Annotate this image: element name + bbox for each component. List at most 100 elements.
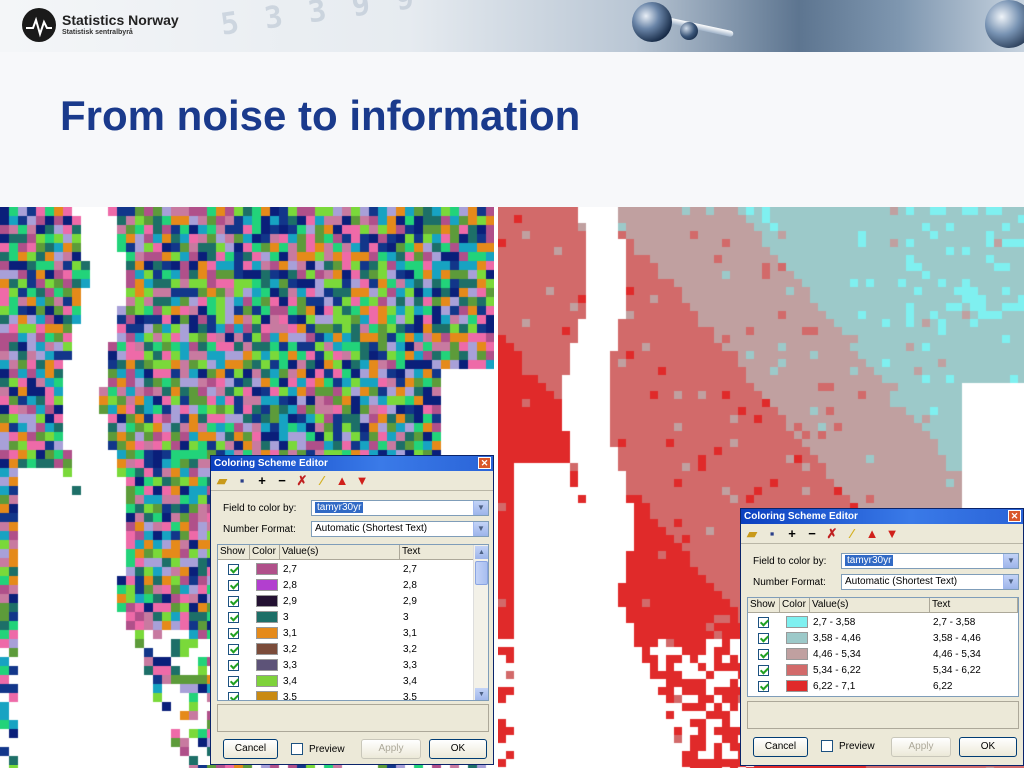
column-header[interactable]: Show: [218, 545, 250, 559]
color-swatch[interactable]: [256, 691, 278, 700]
value-cell[interactable]: 3: [280, 612, 400, 623]
text-cell[interactable]: 3,58 - 4,46: [930, 633, 1018, 644]
show-checkbox[interactable]: [228, 563, 239, 575]
column-header[interactable]: Value(s): [280, 545, 400, 559]
text-cell[interactable]: 2,8: [400, 580, 474, 591]
table-row[interactable]: 3,4 3,4: [218, 673, 474, 689]
value-cell[interactable]: 2,8: [280, 580, 400, 591]
value-cell[interactable]: 3,2: [280, 644, 400, 655]
show-checkbox[interactable]: [228, 595, 239, 607]
cancel-button[interactable]: Cancel: [223, 739, 278, 759]
column-header[interactable]: Show: [748, 598, 780, 612]
text-cell[interactable]: 3,3: [400, 660, 474, 671]
column-header[interactable]: Text: [930, 598, 1018, 612]
ok-button[interactable]: OK: [429, 739, 487, 759]
show-checkbox[interactable]: [228, 627, 239, 639]
open-folder-icon[interactable]: ▰: [744, 526, 760, 542]
column-header[interactable]: Value(s): [810, 598, 930, 612]
text-cell[interactable]: 2,7: [400, 564, 474, 575]
table-row[interactable]: 5,34 - 6,22 5,34 - 6,22: [748, 662, 1018, 678]
ok-button[interactable]: OK: [959, 737, 1017, 757]
value-cell[interactable]: 2,9: [280, 596, 400, 607]
color-swatch[interactable]: [786, 616, 808, 628]
column-header[interactable]: Text: [400, 545, 474, 559]
text-cell[interactable]: 3: [400, 612, 474, 623]
color-swatch[interactable]: [256, 579, 278, 591]
add-icon[interactable]: +: [784, 526, 800, 542]
table-row[interactable]: 2,7 - 3,58 2,7 - 3,58: [748, 614, 1018, 630]
text-cell[interactable]: 5,34 - 6,22: [930, 665, 1018, 676]
value-cell[interactable]: 3,1: [280, 628, 400, 639]
text-cell[interactable]: 2,9: [400, 596, 474, 607]
color-swatch[interactable]: [256, 675, 278, 687]
format-select[interactable]: Automatic (Shortest Text) ▼: [311, 521, 489, 537]
move-up-icon[interactable]: ▲: [334, 473, 350, 489]
color-swatch[interactable]: [256, 659, 278, 671]
close-icon[interactable]: ✕: [1008, 510, 1021, 522]
delete-icon[interactable]: ✗: [824, 526, 840, 542]
show-checkbox[interactable]: [228, 675, 239, 687]
show-checkbox[interactable]: [228, 579, 239, 591]
delete-icon[interactable]: ✗: [294, 473, 310, 489]
show-checkbox[interactable]: [228, 659, 239, 671]
table-row[interactable]: 33: [218, 609, 474, 625]
color-swatch[interactable]: [256, 595, 278, 607]
show-checkbox[interactable]: [758, 632, 769, 644]
show-checkbox[interactable]: [758, 664, 769, 676]
paint-icon[interactable]: ∕: [844, 526, 860, 542]
text-cell[interactable]: 2,7 - 3,58: [930, 617, 1018, 628]
field-select[interactable]: tamyr30yr ▼: [311, 500, 489, 516]
color-swatch[interactable]: [786, 632, 808, 644]
scroll-up-icon[interactable]: ▲: [475, 546, 488, 559]
color-swatch[interactable]: [256, 611, 278, 623]
preview-checkbox[interactable]: Preview: [821, 740, 875, 752]
format-select[interactable]: Automatic (Shortest Text) ▼: [841, 574, 1019, 590]
table-row[interactable]: 3,58 - 4,46 3,58 - 4,46: [748, 630, 1018, 646]
remove-icon[interactable]: −: [804, 526, 820, 542]
text-cell[interactable]: 3,5: [400, 692, 474, 701]
move-up-icon[interactable]: ▲: [864, 526, 880, 542]
close-icon[interactable]: ✕: [478, 457, 491, 469]
move-down-icon[interactable]: ▼: [354, 473, 370, 489]
color-swatch[interactable]: [786, 648, 808, 660]
color-swatch[interactable]: [256, 627, 278, 639]
vertical-scrollbar[interactable]: ▲ ▼: [473, 545, 488, 700]
chevron-down-icon[interactable]: ▼: [1003, 575, 1018, 589]
value-cell[interactable]: 3,58 - 4,46: [810, 633, 930, 644]
column-header[interactable]: Color: [780, 598, 810, 612]
open-folder-icon[interactable]: ▰: [214, 473, 230, 489]
scroll-thumb[interactable]: [475, 561, 488, 585]
paint-icon[interactable]: ∕: [314, 473, 330, 489]
chevron-down-icon[interactable]: ▼: [473, 522, 488, 536]
field-select[interactable]: tamyr30yr ▼: [841, 553, 1019, 569]
value-cell[interactable]: 3,3: [280, 660, 400, 671]
preview-checkbox-box[interactable]: [821, 740, 833, 752]
table-row[interactable]: 3,1 3,1: [218, 625, 474, 641]
show-checkbox[interactable]: [758, 648, 769, 660]
color-scheme-table[interactable]: Show Color Value(s) Text 2,7 2,7 2,8 2,8 2,9 2,9 3…: [217, 544, 489, 701]
table-row[interactable]: 4,46 - 5,34 4,46 - 5,34: [748, 646, 1018, 662]
table-row[interactable]: 3,2 3,2: [218, 641, 474, 657]
table-row[interactable]: 3,3 3,3: [218, 657, 474, 673]
text-cell[interactable]: 6,22: [930, 681, 1018, 692]
value-cell[interactable]: 2,7: [280, 564, 400, 575]
text-cell[interactable]: 3,4: [400, 676, 474, 687]
scroll-down-icon[interactable]: ▼: [475, 688, 488, 700]
move-down-icon[interactable]: ▼: [884, 526, 900, 542]
show-checkbox[interactable]: [228, 691, 239, 700]
text-cell[interactable]: 4,46 - 5,34: [930, 649, 1018, 660]
value-cell[interactable]: 3,4: [280, 676, 400, 687]
value-cell[interactable]: 6,22 - 7,1: [810, 681, 930, 692]
text-cell[interactable]: 3,2: [400, 644, 474, 655]
color-scheme-table[interactable]: Show Color Value(s) Text 2,7 - 3,58 2,7 - 3,5…: [747, 597, 1019, 697]
value-cell[interactable]: 2,7 - 3,58: [810, 617, 930, 628]
column-header[interactable]: Color: [250, 545, 280, 559]
color-swatch[interactable]: [256, 643, 278, 655]
save-icon[interactable]: ▪: [234, 473, 250, 489]
color-swatch[interactable]: [256, 563, 278, 575]
table-row[interactable]: 2,8 2,8: [218, 577, 474, 593]
show-checkbox[interactable]: [758, 680, 769, 692]
chevron-down-icon[interactable]: ▼: [1003, 554, 1018, 568]
show-checkbox[interactable]: [758, 616, 769, 628]
preview-checkbox[interactable]: Preview: [291, 743, 345, 755]
